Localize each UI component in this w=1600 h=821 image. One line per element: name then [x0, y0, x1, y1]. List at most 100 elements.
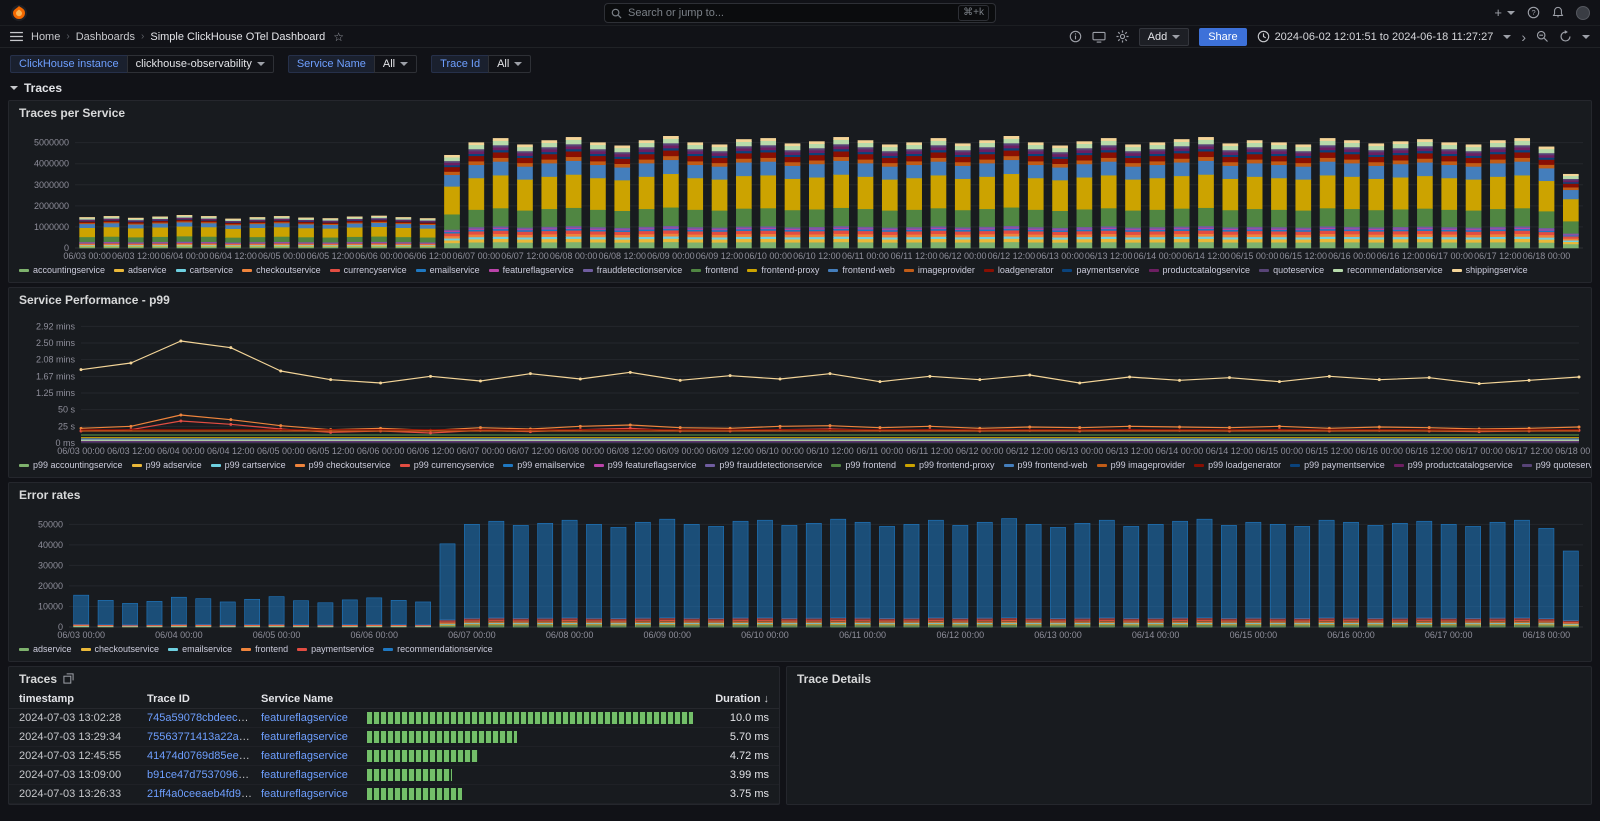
legend-item[interactable]: loadgenerator	[984, 265, 1054, 275]
legend-marker	[81, 648, 91, 651]
table-row[interactable]: 2024-07-03 13:09:00b91ce47d753709695f1d.…	[9, 766, 779, 785]
column-header-Service Name[interactable]: Service Name	[261, 693, 367, 705]
legend-item[interactable]: p99 quoteservice	[1522, 460, 1591, 470]
service-name-link[interactable]: featureflagservice	[261, 712, 348, 724]
breadcrumb-dashboards[interactable]: Dashboards	[76, 31, 135, 43]
service-name-link[interactable]: featureflagservice	[261, 750, 348, 762]
error-rates-chart[interactable]: 0100002000030000400005000006/03 00:0006/…	[9, 506, 1591, 641]
legend-item[interactable]: p99 productcatalogservice	[1394, 460, 1513, 470]
traces-section-toggle[interactable]: Traces	[0, 78, 1600, 100]
legend-item[interactable]: p99 cartservice	[211, 460, 286, 470]
legend-item[interactable]: p99 checkoutservice	[295, 460, 391, 470]
service-name-dropdown[interactable]: All	[374, 55, 417, 73]
legend-item[interactable]: p99 paymentservice	[1290, 460, 1385, 470]
dashboard-settings-gear-icon[interactable]	[1116, 30, 1129, 43]
grafana-logo[interactable]	[10, 4, 28, 22]
notifications-bell-icon[interactable]	[1552, 6, 1564, 19]
legend-item[interactable]: p99 featureflagservice	[594, 460, 697, 470]
trace-id-dropdown[interactable]: All	[488, 55, 531, 73]
legend-item[interactable]: p99 emailservice	[503, 460, 585, 470]
add-new-icon[interactable]: +	[1494, 5, 1515, 20]
tv-mode-icon[interactable]	[1092, 31, 1106, 43]
add-button[interactable]: Add	[1139, 28, 1190, 46]
legend-item[interactable]: p99 frontend-web	[1004, 460, 1088, 470]
legend-item[interactable]: p99 currencyservice	[400, 460, 495, 470]
zoom-out-icon[interactable]	[1536, 30, 1549, 43]
clickhouse-instance-dropdown[interactable]: clickhouse-observability	[127, 55, 274, 73]
legend-item[interactable]: imageprovider	[904, 265, 975, 275]
trace-id-link[interactable]: 75563771413a22a54618...	[147, 731, 261, 743]
service-performance-chart[interactable]: 0 ms25 s50 s1.25 mins1.67 mins2.08 mins2…	[9, 311, 1591, 457]
legend-item[interactable]: frauddetectionservice	[583, 265, 683, 275]
legend-item[interactable]: p99 frontend-proxy	[905, 460, 995, 470]
legend-item[interactable]: p99 imageprovider	[1097, 460, 1186, 470]
legend-item[interactable]: checkoutservice	[242, 265, 321, 275]
breadcrumb-current-dashboard[interactable]: Simple ClickHouse OTel Dashboard	[150, 31, 325, 43]
panel-header[interactable]: Traces per Service	[9, 101, 1591, 124]
trace-id-link[interactable]: 41474d0769d85ee2828...	[147, 750, 261, 762]
legend-item[interactable]: p99 loadgenerator	[1194, 460, 1281, 470]
breadcrumb-home[interactable]: Home	[31, 31, 60, 43]
refresh-interval-caret[interactable]	[1582, 35, 1590, 39]
legend-item[interactable]: featureflagservice	[489, 265, 574, 275]
legend-item[interactable]: frontend	[691, 265, 738, 275]
legend-item[interactable]: frontend	[241, 644, 288, 654]
legend-item[interactable]: p99 accountingservice	[19, 460, 123, 470]
share-button[interactable]: Share	[1199, 28, 1246, 46]
legend-item[interactable]: paymentservice	[297, 644, 374, 654]
table-row[interactable]: 2024-07-03 12:45:5541474d0769d85ee2828..…	[9, 747, 779, 766]
traces-per-service-chart[interactable]: 01000000200000030000004000000500000006/0…	[9, 124, 1591, 262]
legend-item[interactable]: recommendationservice	[1333, 265, 1443, 275]
legend-item[interactable]: emailservice	[168, 644, 232, 654]
svg-text:06/06 00:00: 06/06 00:00	[350, 630, 398, 640]
service-name-link[interactable]: featureflagservice	[261, 788, 348, 800]
dashboard-insights-icon[interactable]	[1069, 30, 1082, 43]
legend-item[interactable]: frontend-web	[828, 265, 895, 275]
column-header-Trace ID[interactable]: Trace ID	[147, 693, 261, 705]
legend-item[interactable]: adservice	[19, 644, 72, 654]
panel-header[interactable]: Error rates	[9, 483, 1591, 506]
panel-header[interactable]: Service Performance - p99	[9, 288, 1591, 311]
refresh-icon[interactable]	[1559, 30, 1572, 43]
time-forward-icon[interactable]: ›	[1521, 29, 1526, 45]
column-header-timestamp[interactable]: timestamp	[19, 693, 147, 705]
legend-item[interactable]: paymentservice	[1062, 265, 1139, 275]
legend-item[interactable]: checkoutservice	[81, 644, 160, 654]
svg-text:06/11 00:00: 06/11 00:00	[856, 446, 903, 456]
legend-item[interactable]: accountingservice	[19, 265, 105, 275]
legend-item[interactable]: quoteservice	[1259, 265, 1324, 275]
legend-item[interactable]: p99 frontend	[831, 460, 896, 470]
menu-hamburger-icon[interactable]	[10, 31, 23, 42]
table-row[interactable]: 2024-07-03 13:29:3475563771413a22a54618.…	[9, 728, 779, 747]
panel-links-icon[interactable]	[63, 673, 74, 684]
legend-item[interactable]: recommendationservice	[383, 644, 493, 654]
legend-item[interactable]: p99 adservice	[132, 460, 202, 470]
panel-header[interactable]: Traces	[9, 667, 779, 690]
legend-item[interactable]: emailservice	[416, 265, 480, 275]
help-icon[interactable]: ?	[1527, 6, 1540, 19]
trace-id-link[interactable]: 745a59078cbdeec39b7...	[147, 712, 261, 724]
legend-item[interactable]: frontend-proxy	[747, 265, 819, 275]
service-name-link[interactable]: featureflagservice	[261, 769, 348, 781]
time-range-picker[interactable]: 2024-06-02 12:01:51 to 2024-06-18 11:27:…	[1257, 30, 1512, 43]
legend-item[interactable]: currencyservice	[330, 265, 407, 275]
service-name-link[interactable]: featureflagservice	[261, 731, 348, 743]
legend-item[interactable]: adservice	[114, 265, 167, 275]
table-row[interactable]: 2024-07-03 13:02:28745a59078cbdeec39b7..…	[9, 709, 779, 728]
legend-item[interactable]: productcatalogservice	[1149, 265, 1251, 275]
breadcrumb-separator: ›	[66, 31, 69, 42]
column-header-Duration[interactable]: Duration ↓	[707, 693, 769, 705]
favorite-star-icon[interactable]: ☆	[333, 30, 344, 44]
trace-id-link[interactable]: 21ff4a0ceeaeb4fd90af0...	[147, 788, 261, 800]
legend-marker	[1062, 269, 1072, 272]
legend-item[interactable]: cartservice	[176, 265, 234, 275]
legend-marker	[416, 269, 426, 272]
user-avatar[interactable]	[1576, 6, 1590, 20]
table-row[interactable]: 2024-07-03 13:26:3321ff4a0ceeaeb4fd90af0…	[9, 785, 779, 804]
legend-marker	[705, 464, 715, 467]
panel-header[interactable]: Trace Details	[787, 667, 1591, 690]
search-bar[interactable]: Search or jump to... ⌘+k	[604, 3, 996, 23]
legend-item[interactable]: p99 frauddetectionservice	[705, 460, 822, 470]
legend-item[interactable]: shippingservice	[1452, 265, 1528, 275]
trace-id-link[interactable]: b91ce47d753709695f1d...	[147, 769, 261, 781]
